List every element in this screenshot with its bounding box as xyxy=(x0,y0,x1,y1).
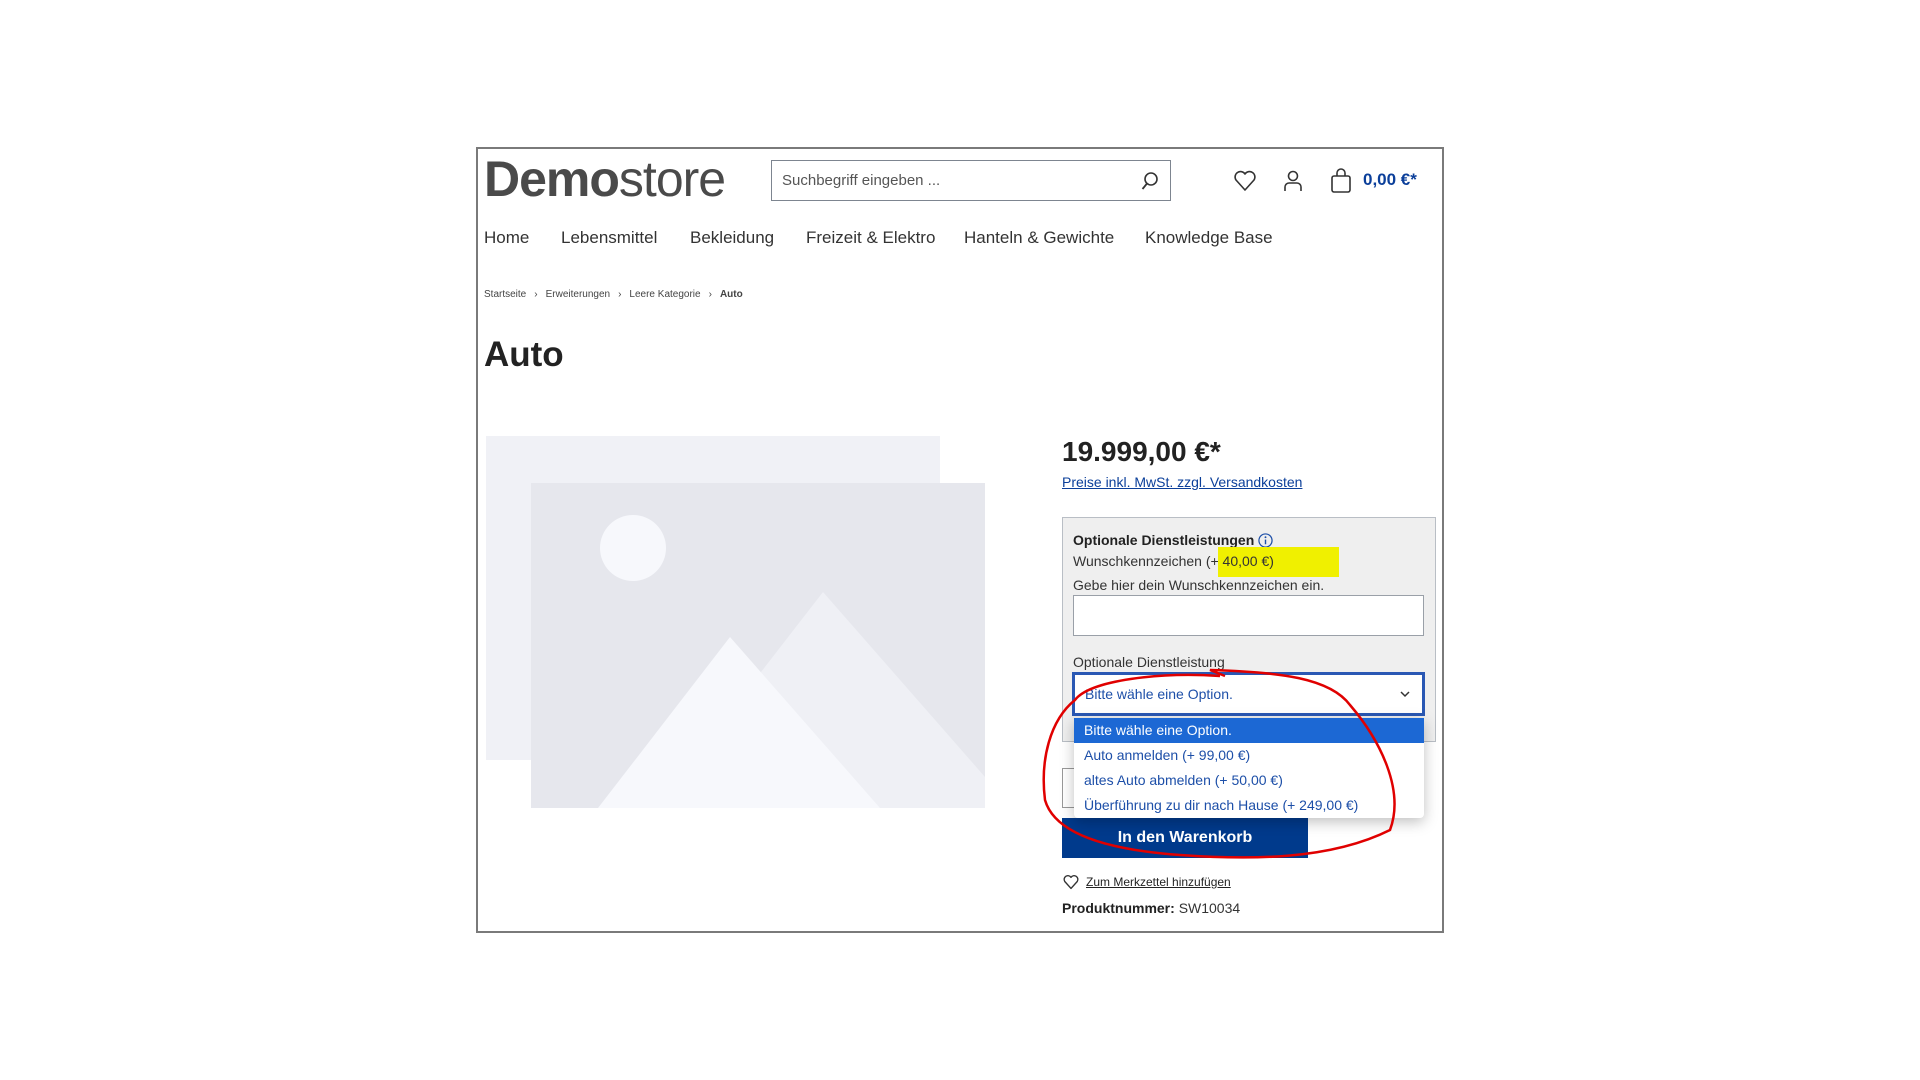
nav-bekleidung[interactable]: Bekleidung xyxy=(690,228,774,248)
logo-light: store xyxy=(618,151,726,207)
wishlist-link[interactable]: Zum Merkzettel hinzufügen xyxy=(1086,875,1231,889)
product-price: 19.999,00 €* xyxy=(1062,436,1221,467)
breadcrumb-item[interactable]: Leere Kategorie xyxy=(629,289,700,300)
tax-shipping-link[interactable]: Preise inkl. MwSt. zzgl. Versandkosten xyxy=(1062,474,1302,490)
nav-freizeit-elektro[interactable]: Freizeit & Elektro xyxy=(806,228,935,248)
user-icon[interactable] xyxy=(1280,168,1306,194)
nav-hanteln-gewichte[interactable]: Hanteln & Gewichte xyxy=(964,228,1114,248)
nav-lebensmittel[interactable]: Lebensmittel xyxy=(561,228,657,248)
chevron-down-icon xyxy=(1400,691,1410,698)
search-placeholder: Suchbegriff eingeben ... xyxy=(782,172,941,189)
service-select[interactable]: Bitte wähle eine Option. xyxy=(1072,672,1425,716)
dropdown-option[interactable]: Bitte wähle eine Option. xyxy=(1074,718,1424,743)
heart-icon xyxy=(1063,875,1079,890)
plate-input[interactable] xyxy=(1073,595,1424,636)
options-heading-text: Optionale Dienstleistungen xyxy=(1073,532,1255,548)
product-image-placeholder[interactable] xyxy=(486,436,986,809)
dropdown-option[interactable]: Überführung zu dir nach Hause (+ 249,00 … xyxy=(1074,793,1424,818)
plate-hint: Gebe hier dein Wunschkennzeichen ein. xyxy=(1073,577,1325,593)
product-number: Produktnummer: SW10034 xyxy=(1062,900,1240,916)
cart-total[interactable]: 0,00 €* xyxy=(1363,170,1417,190)
optional-services-heading: Optionale Dienstleistungen xyxy=(1073,532,1273,548)
heart-icon[interactable] xyxy=(1232,168,1258,194)
page-title: Auto xyxy=(484,335,564,374)
dropdown-option[interactable]: Auto anmelden (+ 99,00 €) xyxy=(1074,743,1424,768)
breadcrumb-item[interactable]: Erweiterungen xyxy=(546,289,610,300)
add-to-cart-button[interactable]: In den Warenkorb xyxy=(1062,818,1308,858)
search-icon[interactable] xyxy=(1140,171,1160,191)
search-input[interactable]: Suchbegriff eingeben ... xyxy=(771,160,1171,201)
service-dropdown-list: Bitte wähle eine Option. Auto anmelden (… xyxy=(1074,718,1424,818)
breadcrumb-current: Auto xyxy=(719,289,743,300)
plate-price: (+ 40,00 €) xyxy=(1205,553,1274,569)
chevron-right-icon: › xyxy=(618,289,622,300)
logo[interactable]: Demostore xyxy=(484,150,726,208)
breadcrumb: Startseite › Erweiterungen › Leere Kategor… xyxy=(484,289,743,300)
logo-bold: Demo xyxy=(484,151,620,207)
product-number-value: SW10034 xyxy=(1178,900,1241,916)
plate-label: Wunschkennzeichen (+ 40,00 €) xyxy=(1073,553,1274,569)
product-number-label: Produktnummer: xyxy=(1062,900,1175,916)
cart-icon[interactable] xyxy=(1328,168,1354,194)
dropdown-option[interactable]: altes Auto abmelden (+ 50,00 €) xyxy=(1074,768,1424,793)
nav-home[interactable]: Home xyxy=(484,228,529,248)
service-label: Optionale Dienstleistung xyxy=(1073,654,1225,670)
plate-label-text: Wunschkennzeichen xyxy=(1073,553,1202,569)
info-icon[interactable] xyxy=(1258,532,1273,548)
breadcrumb-item[interactable]: Startseite xyxy=(484,289,526,300)
add-to-wishlist[interactable]: Zum Merkzettel hinzufügen xyxy=(1062,873,1231,890)
chevron-right-icon: › xyxy=(708,289,712,300)
service-select-value: Bitte wähle eine Option. xyxy=(1085,686,1233,702)
chevron-right-icon: › xyxy=(534,289,538,300)
nav-knowledge-base[interactable]: Knowledge Base xyxy=(1145,228,1273,248)
